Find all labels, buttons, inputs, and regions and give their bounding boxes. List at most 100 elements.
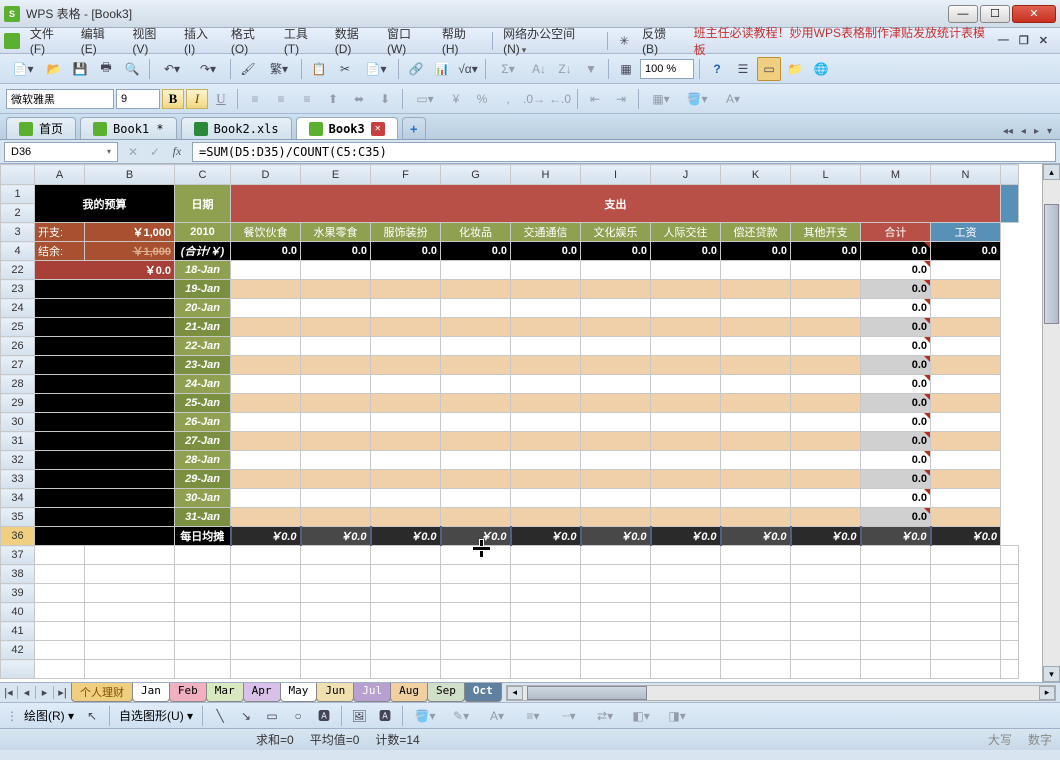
row-header-4[interactable]: 4 xyxy=(1,242,35,261)
row-header-33[interactable]: 33 xyxy=(1,470,35,489)
percent-button[interactable]: % xyxy=(470,87,494,111)
view1-button[interactable]: ▭ xyxy=(757,57,781,81)
row-header-32[interactable]: 32 xyxy=(1,451,35,470)
equation-button[interactable]: √α▾ xyxy=(456,57,480,81)
filter-button[interactable]: ▼ xyxy=(579,57,603,81)
promo-text[interactable]: 班主任必读教程！妙用WPS表格制作津贴发放统计表模板 xyxy=(694,24,994,58)
spreadsheet-grid[interactable]: ABCDEFGHIJKLMN1我的预算日期支出23开支:￥1,0002010餐饮… xyxy=(0,164,1060,682)
menu-data[interactable]: 数据(D) xyxy=(329,22,381,59)
col-header-H[interactable]: H xyxy=(511,165,581,185)
shadow-tool[interactable]: ◧▾ xyxy=(624,704,658,728)
sheet-tab-Mar[interactable]: Mar xyxy=(206,683,244,702)
tabnav-menu[interactable]: ▾ xyxy=(1045,124,1054,139)
currency-button[interactable]: ¥ xyxy=(444,87,468,111)
sheet-tab-Sep[interactable]: Sep xyxy=(427,683,465,702)
row-header-27[interactable]: 27 xyxy=(1,356,35,375)
folder-button[interactable]: 📁 xyxy=(783,57,807,81)
col-header-J[interactable]: J xyxy=(651,165,721,185)
horizontal-scrollbar[interactable]: ◂ ▸ xyxy=(506,685,1056,701)
feedback-icon[interactable]: ✳ xyxy=(612,29,636,53)
dash-tool[interactable]: ┈▾ xyxy=(552,704,586,728)
gridlines-button[interactable]: ▦ xyxy=(614,57,638,81)
row-header-25[interactable]: 25 xyxy=(1,318,35,337)
taskpane-button[interactable]: ☰ xyxy=(731,57,755,81)
row-header-2[interactable]: 2 xyxy=(1,204,35,223)
col-header-B[interactable]: B xyxy=(85,165,175,185)
row-header-35[interactable]: 35 xyxy=(1,508,35,527)
scroll-left-button[interactable]: ◂ xyxy=(507,686,523,700)
autosum-button[interactable]: Σ▾ xyxy=(491,57,525,81)
row-header-36[interactable]: 36 xyxy=(1,527,35,546)
scroll-down-button[interactable]: ▾ xyxy=(1043,666,1060,682)
col-header-F[interactable]: F xyxy=(371,165,441,185)
row-header-3[interactable]: 3 xyxy=(1,223,35,242)
rect-tool[interactable]: ▭ xyxy=(260,704,284,728)
col-header-I[interactable]: I xyxy=(581,165,651,185)
col-header-C[interactable]: C xyxy=(175,165,231,185)
s2t-button[interactable]: 繁▾ xyxy=(262,57,296,81)
formula-input[interactable]: =SUM(D5:D35)/COUNT(C5:C35) xyxy=(192,142,1056,162)
sheet-first[interactable]: |◂ xyxy=(0,686,18,699)
row-header-23[interactable]: 23 xyxy=(1,280,35,299)
arrow-style-tool[interactable]: ⇄▾ xyxy=(588,704,622,728)
autoshape-menu[interactable]: 自选图形(U) ▾ xyxy=(115,707,197,724)
menu-format[interactable]: 格式(O) xyxy=(225,22,278,59)
align-right-button[interactable]: ≡ xyxy=(295,87,319,111)
draw-menu[interactable]: 绘图(R) ▾ xyxy=(20,707,78,724)
row-header-22[interactable]: 22 xyxy=(1,261,35,280)
row-header-28[interactable]: 28 xyxy=(1,375,35,394)
row-header-40[interactable]: 40 xyxy=(1,603,35,622)
line-color-tool[interactable]: ✎▾ xyxy=(444,704,478,728)
line-tool[interactable]: ╲ xyxy=(208,704,232,728)
menu-tools[interactable]: 工具(T) xyxy=(278,22,329,59)
align-bot-button[interactable]: ⬇ xyxy=(373,87,397,111)
sheet-tab-Jan[interactable]: Jan xyxy=(132,683,170,702)
vscroll-thumb[interactable] xyxy=(1044,204,1059,324)
insert-pic-tool[interactable]: 🖼 xyxy=(347,704,371,728)
tabnav-next[interactable]: ▸ xyxy=(1032,124,1041,139)
sort-asc-button[interactable]: A↓ xyxy=(527,57,551,81)
arrow-tool[interactable]: ↘ xyxy=(234,704,258,728)
tab-close-button[interactable]: ✕ xyxy=(371,122,385,136)
row-header-41[interactable]: 41 xyxy=(1,622,35,641)
row-header-37[interactable]: 37 xyxy=(1,546,35,565)
format-painter-button[interactable]: 🖌 xyxy=(236,57,260,81)
vertical-scrollbar[interactable]: ▴ ▾ xyxy=(1042,164,1060,682)
align-left-button[interactable]: ≡ xyxy=(243,87,267,111)
align-top-button[interactable]: ⬆ xyxy=(321,87,345,111)
3d-tool[interactable]: ◨▾ xyxy=(660,704,694,728)
hscroll-thumb[interactable] xyxy=(527,686,647,700)
menu-file[interactable]: 文件(F) xyxy=(24,22,75,59)
align-mid-button[interactable]: ⬌ xyxy=(347,87,371,111)
menu-window[interactable]: 窗口(W) xyxy=(381,22,436,59)
row-header-42[interactable]: 42 xyxy=(1,641,35,660)
textbox-tool[interactable]: 🅰 xyxy=(312,704,336,728)
doc-restore[interactable]: ❐ xyxy=(1015,34,1033,47)
maximize-button[interactable]: ☐ xyxy=(980,5,1010,23)
draw-handle-icon[interactable]: ⋮ xyxy=(6,709,18,723)
col-header-D[interactable]: D xyxy=(231,165,301,185)
fx-button[interactable]: fx xyxy=(166,142,188,162)
sort-desc-button[interactable]: Z↓ xyxy=(553,57,577,81)
menu-view[interactable]: 视图(V) xyxy=(126,22,178,59)
row-header-38[interactable]: 38 xyxy=(1,565,35,584)
font-name-input[interactable] xyxy=(6,89,114,109)
copy-button[interactable]: 📋 xyxy=(307,57,331,81)
preview-button[interactable]: 🔍 xyxy=(120,57,144,81)
font-color-button[interactable]: A▾ xyxy=(716,87,750,111)
doc-close[interactable]: ✕ xyxy=(1035,34,1052,47)
menu-help[interactable]: 帮助(H) xyxy=(436,22,488,59)
scroll-right-button[interactable]: ▸ xyxy=(1039,686,1055,700)
borders-button[interactable]: ▦▾ xyxy=(644,87,678,111)
tabnav-prev[interactable]: ◂ xyxy=(1019,124,1028,139)
col-header-N[interactable]: N xyxy=(931,165,1001,185)
minimize-button[interactable]: — xyxy=(948,5,978,23)
doctab-book1[interactable]: Book1 * xyxy=(80,117,177,139)
tabnav-first[interactable]: ◂◂ xyxy=(1001,124,1015,139)
col-header-E[interactable]: E xyxy=(301,165,371,185)
paste-button[interactable]: 📄▾ xyxy=(359,57,393,81)
wordart-tool[interactable]: 🅰 xyxy=(373,704,397,728)
sheet-prev[interactable]: ◂ xyxy=(18,686,36,699)
sheet-tab-Feb[interactable]: Feb xyxy=(169,683,207,702)
sheet-next[interactable]: ▸ xyxy=(36,686,54,699)
